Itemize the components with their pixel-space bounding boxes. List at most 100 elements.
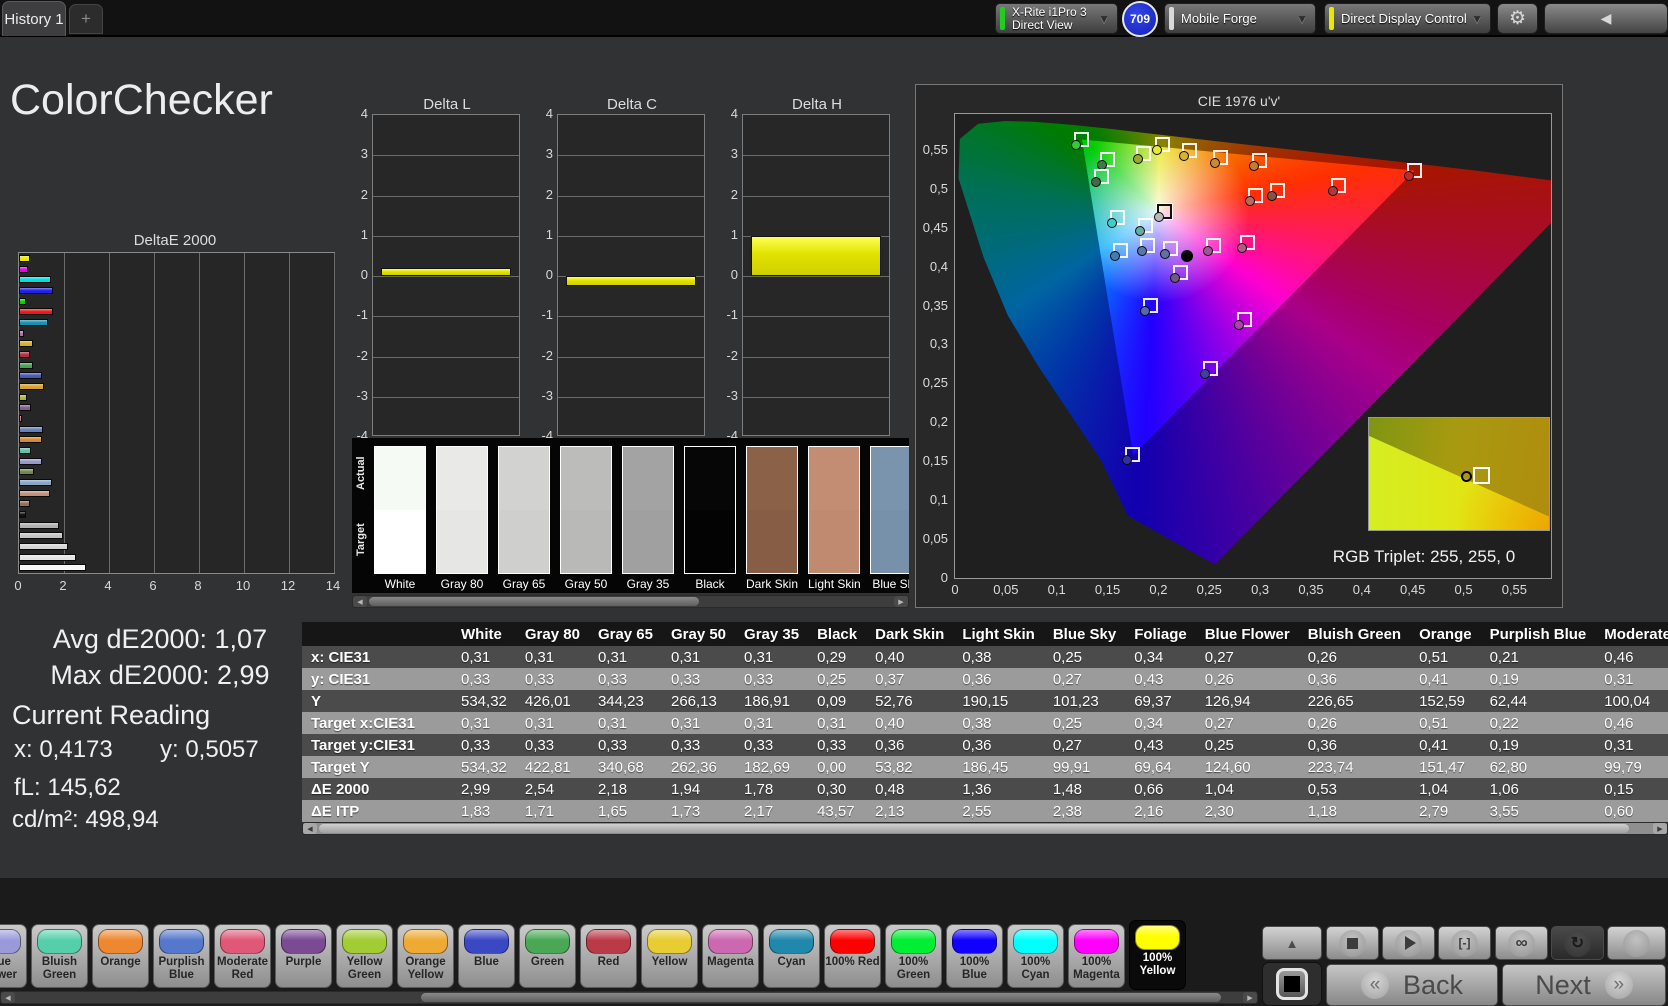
table-cell: 0,15	[1595, 778, 1668, 800]
inset-target-square	[1473, 467, 1491, 485]
play-button[interactable]	[1382, 926, 1435, 960]
patch-button-magenta[interactable]: Magenta	[702, 924, 759, 988]
reading-cdm2-value: cd/m²: 498,94	[12, 806, 159, 833]
gridline	[558, 356, 704, 358]
actual-swatch	[685, 447, 735, 510]
patch-button-label: 100% Magenta	[1073, 956, 1120, 981]
patch-color-swatch	[0, 929, 21, 954]
meter-dropdown[interactable]: X-Rite i1Pro 3 Direct View ▼	[995, 3, 1118, 34]
table-scrollbar[interactable]: ◀ ▶	[302, 822, 1668, 835]
settings-button[interactable]: ⚙	[1497, 3, 1538, 34]
patch-bar-scrollbar[interactable]: ◀ ▶	[0, 991, 1258, 1004]
cie-target-point-19	[1203, 237, 1222, 256]
deltae2000-chart: DeltaE 2000 0 2 4 6 8 10 12 14	[8, 232, 342, 596]
step-button[interactable]: [-]	[1438, 926, 1491, 960]
patch-button-100-cyan[interactable]: 100% Cyan	[1007, 924, 1064, 988]
table-cell: 0,30	[808, 778, 867, 800]
patch-preview-strip: Actual Target White Gray 80 Gray 65 Gray 50…	[352, 438, 909, 593]
patch-button-orange[interactable]: Orange	[92, 924, 149, 988]
patch-swatch	[808, 446, 860, 574]
patch-name-label: Gray 65	[502, 577, 546, 591]
table-cell: 0,66	[1125, 778, 1196, 800]
workflow-label: Direct Display Control	[1341, 11, 1467, 26]
patch-button-blue-flower[interactable]: Blue Flower	[0, 924, 27, 988]
table-cell: 0,26	[1298, 712, 1411, 734]
refresh-button[interactable]: ↻	[1551, 926, 1604, 960]
de2000-bar-yellow	[19, 340, 33, 348]
scrollbar-thumb[interactable]	[421, 993, 1221, 1002]
scroll-left-arrow-icon[interactable]: ◀	[353, 596, 367, 607]
de2000-bar-blue-sky	[19, 479, 53, 486]
patch-name-label: White	[384, 577, 416, 591]
scroll-right-arrow-icon[interactable]: ▶	[1243, 992, 1257, 1003]
de2000-bar-dark-skin	[19, 500, 30, 508]
scrollbar-thumb[interactable]	[319, 824, 1629, 833]
stop-button[interactable]	[1326, 926, 1379, 960]
table-cell: 0,31	[735, 646, 809, 668]
patch-button-blue[interactable]: Blue	[458, 924, 515, 988]
blank-button[interactable]	[1607, 926, 1666, 960]
next-button[interactable]: Next »	[1502, 964, 1666, 1006]
arrow-up-icon: ▲	[1285, 935, 1299, 951]
table-cell: 0,37	[866, 668, 954, 690]
workflow-dropdown[interactable]: Direct Display Control ▼	[1324, 3, 1491, 34]
patch-button-bluish-green[interactable]: Bluish Green	[31, 924, 88, 988]
collapse-panel-button[interactable]: ◀	[1544, 3, 1668, 34]
table-cell: 1,71	[515, 800, 589, 822]
de2000-bar-gray-50	[19, 532, 63, 540]
table-cell: 0,36	[1298, 668, 1411, 690]
table-cell: 0,31	[588, 712, 662, 734]
loop-button[interactable]: ∞	[1495, 926, 1548, 960]
patch-button-moderate-red[interactable]: Moderate Red	[214, 924, 271, 988]
y-axis-tick-label: -3	[356, 387, 368, 403]
row-label: Target y:CIE31	[302, 734, 452, 756]
patch-button-purple[interactable]: Purple	[275, 924, 332, 988]
patch-button-100-blue[interactable]: 100% Blue	[946, 924, 1003, 988]
table-cell: 262,36	[661, 756, 736, 778]
patch-color-swatch	[281, 929, 326, 954]
chevron-double-left-icon: «	[1360, 971, 1389, 999]
patch-button-yellow[interactable]: Yellow	[641, 924, 698, 988]
patch-button-orange-yellow[interactable]: Orange Yellow	[397, 924, 454, 988]
patch-button-100-green[interactable]: 100% Green	[885, 924, 942, 988]
scroll-left-arrow-icon[interactable]: ◀	[1, 992, 15, 1003]
patch-color-swatch	[342, 929, 387, 954]
patch-button-green[interactable]: Green	[519, 924, 576, 988]
scroll-up-button[interactable]: ▲	[1262, 926, 1322, 960]
table-header-row: White Gray 80 Gray 65 Gray 50 Gray 35 Black Da…	[302, 622, 1668, 646]
scrollbar-thumb[interactable]	[369, 597, 699, 606]
patch-button-yellow-green[interactable]: Yellow Green	[336, 924, 393, 988]
patch-strip-scrollbar[interactable]: ◀ ▶	[352, 595, 909, 608]
patch-swatch	[498, 446, 550, 574]
scroll-right-arrow-icon[interactable]: ▶	[1653, 823, 1667, 834]
patch-button-100-red[interactable]: 100% Red	[824, 924, 881, 988]
patch-button-red[interactable]: Red	[580, 924, 637, 988]
colorspace-badge[interactable]: 709	[1122, 1, 1158, 37]
table-cell: 124,60	[1195, 756, 1299, 778]
page-title: ColorChecker	[10, 76, 273, 124]
history-tab[interactable]: History 1	[2, 1, 66, 36]
patch-button-purplish-blue[interactable]: Purplish Blue	[153, 924, 210, 988]
row-label: ΔE 2000	[302, 778, 452, 800]
scroll-left-arrow-icon[interactable]: ◀	[303, 823, 317, 834]
patch-button-100-magenta[interactable]: 100% Magenta	[1068, 924, 1125, 988]
chart-plot-area	[372, 114, 520, 436]
stop-icon	[1347, 937, 1358, 949]
actual-swatch	[499, 447, 549, 510]
table-cell: 0,38	[953, 646, 1044, 668]
scroll-right-arrow-icon[interactable]: ▶	[894, 596, 908, 607]
patch-button-label: Bluish Green	[41, 956, 78, 981]
gridline	[743, 316, 889, 318]
patch-button-100-yellow[interactable]: 100% Yellow	[1129, 920, 1186, 990]
patch-button-cyan[interactable]: Cyan	[763, 924, 820, 988]
patch-button-label: Purple	[285, 956, 322, 968]
y-axis-tick-label: 0,5	[929, 180, 948, 196]
back-button[interactable]: « Back	[1326, 964, 1498, 1006]
add-tab-button[interactable]: +	[69, 4, 103, 34]
gridline	[558, 155, 704, 157]
patch-window-button[interactable]	[1262, 962, 1322, 1006]
source-dropdown[interactable]: Mobile Forge ▼	[1164, 3, 1316, 34]
y-axis-tick-label: -2	[541, 347, 553, 363]
gridline	[199, 253, 200, 573]
y-axis-tick-label: 3	[545, 146, 553, 162]
